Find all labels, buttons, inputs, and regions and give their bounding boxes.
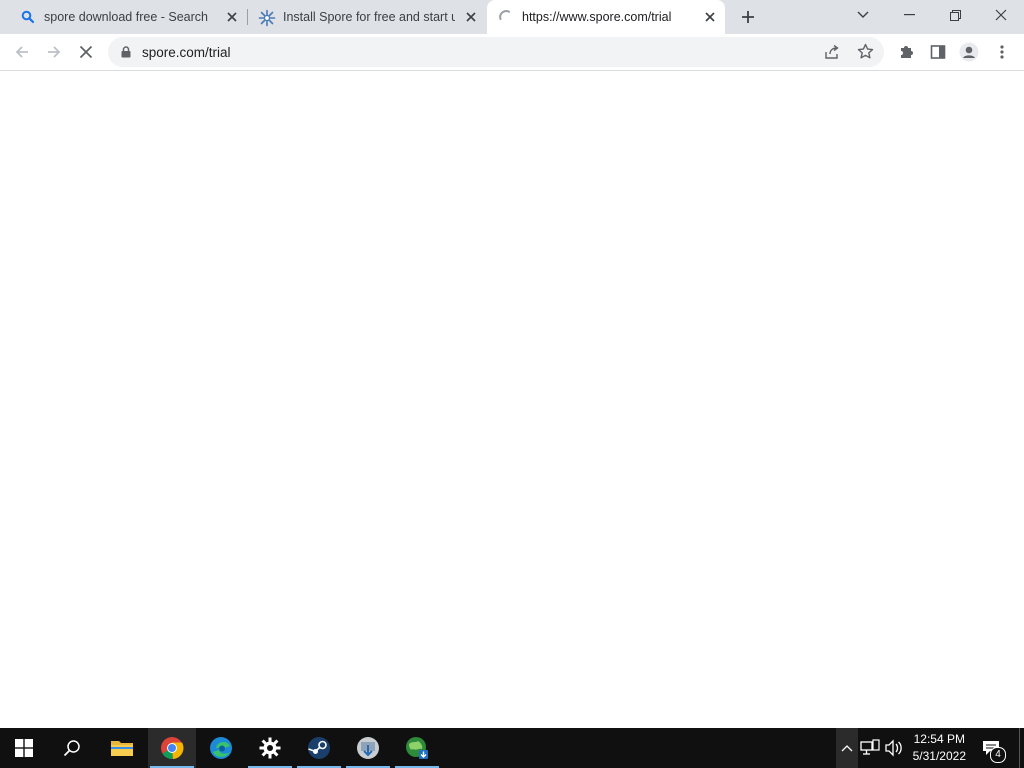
volume-icon[interactable] bbox=[884, 739, 904, 760]
tab-title: Install Spore for free and start us bbox=[283, 10, 455, 24]
file-explorer-button[interactable] bbox=[98, 728, 146, 768]
close-window-button[interactable] bbox=[978, 0, 1024, 30]
tab-search-dropdown-button[interactable] bbox=[840, 0, 886, 30]
chrome-taskbar-button[interactable] bbox=[148, 728, 196, 768]
arrow-right-icon bbox=[48, 46, 61, 58]
file-explorer-icon bbox=[111, 741, 133, 756]
search-icon bbox=[63, 740, 80, 757]
url-text[interactable]: spore.com/trial bbox=[142, 45, 231, 60]
close-tab-icon[interactable] bbox=[224, 9, 240, 25]
tab-spore-install[interactable]: Install Spore for free and start us bbox=[248, 0, 486, 34]
show-hidden-icons-button[interactable] bbox=[836, 728, 858, 768]
taskbar: 12:54 PM 5/31/2022 4 bbox=[0, 728, 1024, 768]
tab-title: spore download free - Search bbox=[44, 10, 208, 24]
installer-taskbar-button[interactable] bbox=[344, 728, 392, 768]
settings-taskbar-button[interactable] bbox=[246, 728, 294, 768]
clock-time: 12:54 PM bbox=[913, 732, 965, 746]
chevron-up-icon bbox=[841, 745, 853, 752]
windows-logo-icon bbox=[15, 739, 33, 757]
new-tab-button[interactable] bbox=[736, 5, 760, 29]
stop-loading-button[interactable] bbox=[72, 38, 100, 66]
tab-search[interactable]: spore download free - Search bbox=[8, 0, 248, 34]
chevron-down-icon bbox=[857, 11, 869, 18]
show-desktop-button[interactable] bbox=[1019, 728, 1024, 768]
clock-date: 5/31/2022 bbox=[912, 749, 966, 763]
loading-spinner-icon bbox=[498, 9, 514, 25]
edge-taskbar-button[interactable] bbox=[197, 728, 245, 768]
close-icon bbox=[995, 9, 1007, 21]
close-icon bbox=[79, 45, 93, 59]
back-button[interactable] bbox=[8, 38, 36, 66]
steam-taskbar-button[interactable] bbox=[295, 728, 343, 768]
side-panel-button[interactable] bbox=[924, 38, 952, 66]
share-icon[interactable] bbox=[824, 44, 840, 63]
kebab-menu-icon bbox=[1000, 45, 1004, 59]
notification-badge: 4 bbox=[990, 747, 1006, 763]
installer-icon bbox=[357, 737, 379, 759]
tab-strip: spore download free - Search Install Spo… bbox=[0, 0, 1024, 34]
plus-icon bbox=[742, 11, 754, 23]
clock[interactable]: 12:54 PM 5/31/2022 bbox=[913, 731, 966, 765]
browser-toolbar: spore.com/trial bbox=[0, 34, 1024, 71]
arrow-left-icon bbox=[15, 46, 28, 58]
close-tab-icon[interactable] bbox=[702, 9, 718, 25]
address-bar[interactable]: spore.com/trial bbox=[108, 37, 884, 67]
minimize-icon bbox=[903, 14, 915, 16]
menu-button[interactable] bbox=[988, 38, 1016, 66]
spore-favicon-icon bbox=[258, 9, 276, 27]
forward-button[interactable] bbox=[40, 38, 68, 66]
puzzle-icon bbox=[901, 46, 913, 58]
avatar-icon bbox=[959, 42, 979, 62]
close-tab-icon[interactable] bbox=[463, 9, 479, 25]
minimize-button[interactable] bbox=[886, 0, 932, 30]
ea-downloader-icon bbox=[406, 737, 428, 759]
tab-spore-trial[interactable]: https://www.spore.com/trial bbox=[487, 0, 725, 34]
lock-icon[interactable] bbox=[121, 46, 131, 61]
tab-title: https://www.spore.com/trial bbox=[522, 10, 672, 24]
restore-button[interactable] bbox=[932, 0, 978, 30]
chrome-icon bbox=[161, 737, 184, 760]
start-button[interactable] bbox=[0, 728, 48, 768]
settings-icon bbox=[259, 737, 281, 759]
bookmark-star-icon[interactable] bbox=[857, 43, 874, 63]
search-icon bbox=[20, 9, 36, 25]
notifications-button[interactable]: 4 bbox=[978, 728, 1008, 768]
network-icon[interactable] bbox=[860, 739, 880, 760]
taskbar-search-button[interactable] bbox=[48, 728, 96, 768]
edge-icon bbox=[210, 737, 232, 759]
side-panel-icon bbox=[930, 45, 946, 59]
profile-button[interactable] bbox=[955, 38, 983, 66]
ea-downloader-taskbar-button[interactable] bbox=[393, 728, 441, 768]
extensions-button[interactable] bbox=[892, 38, 920, 66]
restore-icon bbox=[949, 9, 961, 21]
page-content bbox=[0, 71, 1024, 728]
steam-icon bbox=[308, 737, 330, 759]
